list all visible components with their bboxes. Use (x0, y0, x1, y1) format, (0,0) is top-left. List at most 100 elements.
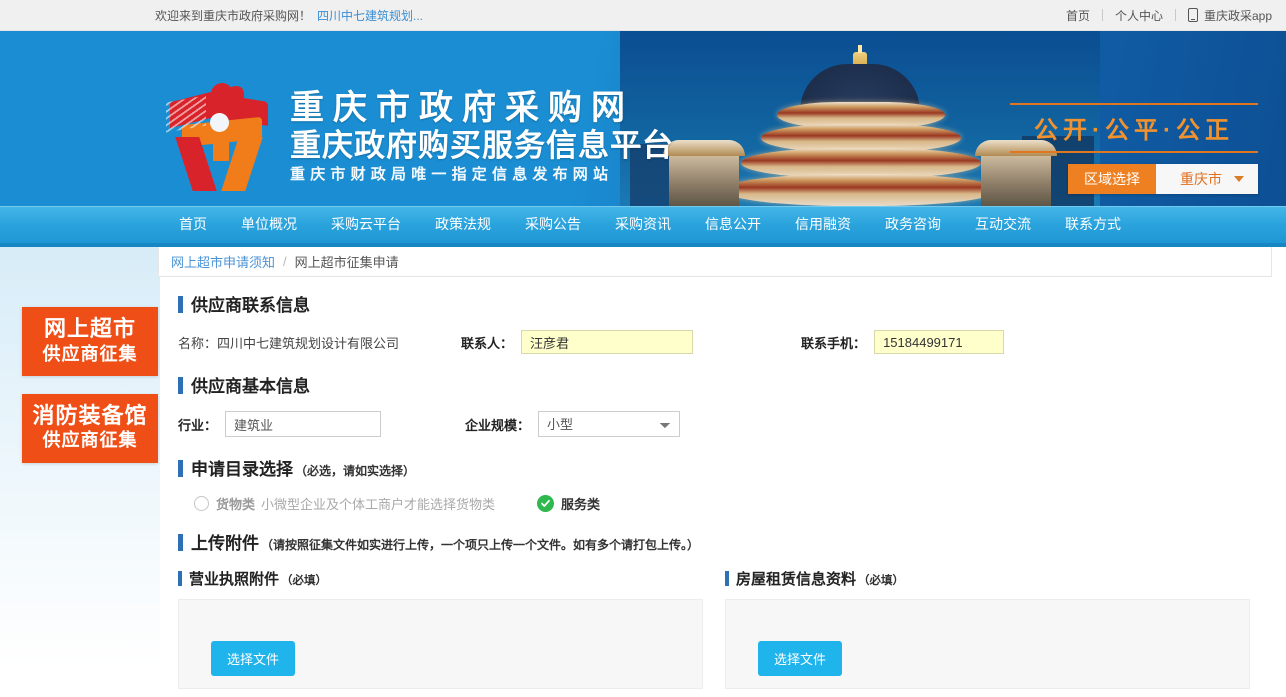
contact-phone-label: 联系手机： (801, 333, 866, 352)
supplier-name-label: 名称： (178, 333, 217, 352)
upload-headings: 营业执照附件 （必填） 房屋租赁信息资料 （必填） (178, 568, 1272, 589)
check-circle-icon[interactable] (537, 495, 554, 512)
breadcrumb-parent-link[interactable]: 网上超市申请须知 (171, 252, 275, 271)
catalog-service-label: 服务类 (561, 494, 600, 513)
promo-fire-equipment-supplier[interactable]: 消防装备馆 供应商征集 (22, 394, 158, 463)
site-banner: 重庆市政府采购网 重庆政府购买服务信息平台 重庆市财政局唯一指定信息发布网站 公… (0, 31, 1286, 206)
site-title-tagline: 重庆市财政局唯一指定信息发布网站 (290, 164, 674, 187)
section-title-upload-text: 上传附件 (191, 529, 259, 554)
hall-wing-left (669, 150, 739, 206)
welcome-text: 欢迎来到重庆市政府采购网！ (155, 7, 311, 24)
section-catalog-note: （必选，请如实选择） (295, 462, 415, 479)
section-title-upload: 上传附件 （请按照征集文件如实进行上传，一个项只上传一个文件。如有多个请打包上传… (178, 529, 1272, 554)
top-utility-bar: 欢迎来到重庆市政府采购网！ 四川中七建筑规划... 首页 个人中心 重庆政采ap… (0, 0, 1286, 31)
topbar-user-center-link[interactable]: 个人中心 (1103, 7, 1175, 24)
topbar-app-link[interactable]: 重庆政采app (1176, 7, 1272, 24)
nav-item-policy-regulations[interactable]: 政策法规 (418, 206, 508, 243)
upload-box-business-license: 选择文件 (178, 599, 703, 689)
nav-item-org-overview[interactable]: 单位概况 (224, 206, 314, 243)
section-upload-note: （请按照征集文件如实进行上传，一个项只上传一个文件。如有多个请打包上传。） (261, 536, 699, 553)
section-accent-bar (178, 296, 183, 313)
catalog-choice-goods[interactable]: 货物类 小微型企业及个体工商户才能选择货物类 (194, 494, 495, 513)
nav-item-credit-financing[interactable]: 信用融资 (778, 206, 868, 243)
section-title-basic-text: 供应商基本信息 (191, 372, 310, 397)
industry-input[interactable] (225, 411, 381, 437)
nav-item-procurement-notice[interactable]: 采购公告 (508, 206, 598, 243)
side-promo-buttons: 网上超市 供应商征集 消防装备馆 供应商征集 (22, 307, 158, 481)
nav-items: 首页 单位概况 采购云平台 政策法规 采购公告 采购资讯 信息公开 信用融资 政… (162, 206, 1138, 243)
nav-item-interaction[interactable]: 互动交流 (958, 206, 1048, 243)
mobile-phone-icon (1188, 8, 1198, 22)
catalog-goods-hint: 小微型企业及个体工商户才能选择货物类 (261, 494, 495, 513)
promo-1-line2: 供应商征集 (22, 343, 158, 366)
section-accent-bar (178, 534, 183, 551)
promo-2-line1: 消防装备馆 (22, 402, 158, 430)
region-selector-label: 区域选择 (1068, 164, 1156, 194)
nav-item-home[interactable]: 首页 (162, 206, 224, 243)
upload-heading-1-text: 营业执照附件 (189, 568, 279, 589)
region-current-text: 重庆市 (1180, 169, 1222, 189)
site-title-primary: 重庆市政府采购网 (290, 88, 674, 128)
promo-2-line2: 供应商征集 (22, 429, 158, 452)
section-title-contact-info: 供应商联系信息 (178, 291, 1272, 316)
section-title-basic-info: 供应商基本信息 (178, 372, 1272, 397)
cqgp-logo-icon (168, 83, 276, 191)
section-accent-bar (178, 571, 182, 586)
enterprise-scale-label: 企业规模： (465, 415, 530, 434)
section-title-catalog-text: 申请目录选择 (191, 455, 293, 480)
chevron-down-icon (1234, 176, 1244, 182)
slogan-rule-bottom (1010, 151, 1258, 153)
catalog-choice-row: 货物类 小微型企业及个体工商户才能选择货物类 服务类 (194, 494, 1272, 513)
upload-heading-2-required: （必填） (858, 572, 904, 588)
breadcrumb-current: 网上超市征集申请 (295, 252, 399, 271)
section-title-contact-text: 供应商联系信息 (191, 291, 310, 316)
site-brand[interactable]: 重庆市政府采购网 重庆政府购买服务信息平台 重庆市财政局唯一指定信息发布网站 (168, 83, 674, 191)
topbar-home-link[interactable]: 首页 (1054, 7, 1102, 24)
promo-1-line1: 网上超市 (22, 315, 158, 343)
catalog-choice-service[interactable]: 服务类 (537, 494, 600, 513)
main-navigation: 首页 单位概况 采购云平台 政策法规 采购公告 采购资讯 信息公开 信用融资 政… (0, 206, 1286, 243)
nav-item-contact[interactable]: 联系方式 (1048, 206, 1138, 243)
contact-person-input[interactable] (521, 330, 693, 354)
upload-heading-1-required: （必填） (281, 572, 327, 588)
region-selector-value[interactable]: 重庆市 (1156, 164, 1258, 194)
brand-text-group: 重庆市政府采购网 重庆政府购买服务信息平台 重庆市财政局唯一指定信息发布网站 (290, 88, 674, 186)
choose-file-button-lease-info[interactable]: 选择文件 (758, 641, 842, 676)
hall-building (715, 56, 1005, 206)
topbar-app-label: 重庆政采app (1204, 7, 1272, 24)
basic-info-row: 行业： 企业规模： 小型 (178, 411, 1272, 437)
nav-item-government-consulting[interactable]: 政务咨询 (868, 206, 958, 243)
nav-item-procurement-news[interactable]: 采购资讯 (598, 206, 688, 243)
upload-heading-business-license: 营业执照附件 （必填） (178, 568, 725, 589)
site-title-secondary: 重庆政府购买服务信息平台 (290, 128, 674, 164)
enterprise-scale-select[interactable]: 小型 (538, 411, 680, 437)
section-title-catalog: 申请目录选择 （必选，请如实选择） (178, 455, 1272, 480)
topbar-left-group: 欢迎来到重庆市政府采购网！ 四川中七建筑规划... (155, 7, 423, 24)
industry-label: 行业： (178, 415, 217, 434)
breadcrumb: 网上超市申请须知 / 网上超市征集申请 (158, 247, 1272, 277)
nav-item-information-disclosure[interactable]: 信息公开 (688, 206, 778, 243)
contact-person-label: 联系人： (461, 333, 513, 352)
section-accent-bar (178, 377, 183, 394)
section-accent-bar (725, 571, 729, 586)
catalog-goods-label: 货物类 (216, 494, 255, 513)
contact-info-row: 名称： 四川中七建筑规划设计有限公司 联系人： 联系手机： (178, 330, 1272, 354)
upload-heading-lease-info: 房屋租赁信息资料 （必填） (725, 568, 1272, 589)
radio-unselected-icon[interactable] (194, 496, 209, 511)
hall-wing-right (981, 150, 1051, 206)
page-body: 网上超市申请须知 / 网上超市征集申请 网上超市 供应商征集 消防装备馆 供应商… (0, 247, 1286, 667)
promo-online-supermarket-supplier[interactable]: 网上超市 供应商征集 (22, 307, 158, 376)
choose-file-button-business-license[interactable]: 选择文件 (211, 641, 295, 676)
nav-item-cloud-platform[interactable]: 采购云平台 (314, 206, 418, 243)
region-selector[interactable]: 区域选择 重庆市 (1068, 164, 1258, 194)
contact-phone-input[interactable] (874, 330, 1004, 354)
logged-in-company-link[interactable]: 四川中七建筑规划... (317, 7, 423, 24)
slogan-text: 公开·公平·公正 (1010, 105, 1258, 151)
upload-heading-2-text: 房屋租赁信息资料 (736, 568, 856, 589)
breadcrumb-separator: / (283, 254, 287, 269)
form-content: 供应商联系信息 名称： 四川中七建筑规划设计有限公司 联系人： 联系手机： 供应… (158, 277, 1272, 689)
hall-tier-4 (723, 174, 998, 206)
slogan-block: 公开·公平·公正 (1010, 103, 1258, 153)
topbar-right-group: 首页 个人中心 重庆政采app (1054, 7, 1272, 24)
section-accent-bar (178, 460, 183, 477)
